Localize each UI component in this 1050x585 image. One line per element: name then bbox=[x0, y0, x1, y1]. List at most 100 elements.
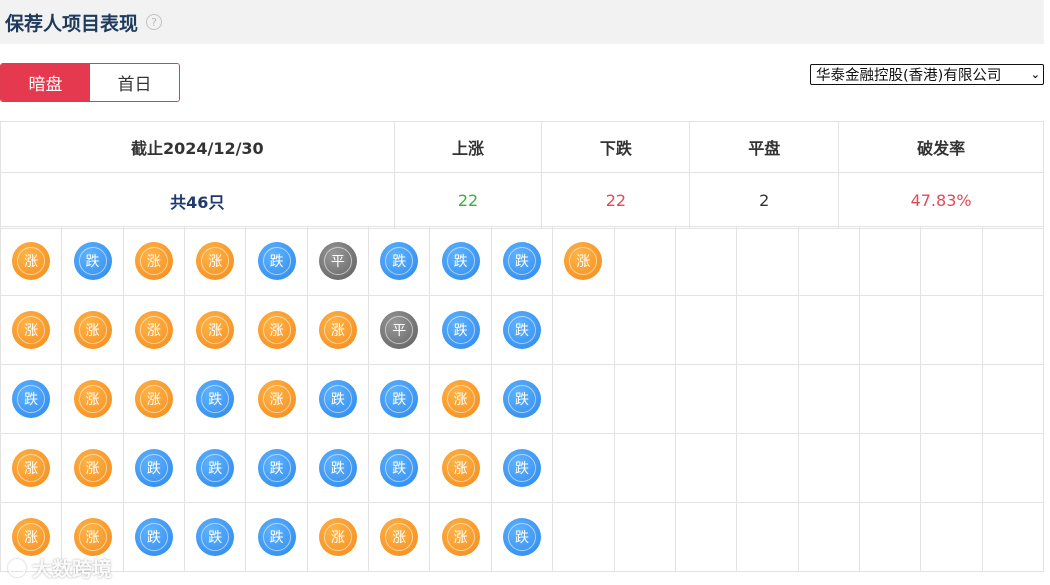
up-badge[interactable]: 涨 bbox=[257, 380, 296, 418]
up-badge[interactable]: 涨 bbox=[12, 242, 51, 280]
grid-cell: 涨 bbox=[123, 365, 186, 434]
down-badge[interactable]: 跌 bbox=[318, 449, 357, 487]
down-badge[interactable]: 跌 bbox=[441, 311, 480, 349]
watermark: 大数跨境 bbox=[8, 553, 112, 582]
grid-cell: 跌 bbox=[62, 227, 124, 296]
grid-cell bbox=[859, 365, 922, 434]
down-badge[interactable]: 跌 bbox=[73, 242, 112, 280]
up-badge[interactable]: 涨 bbox=[73, 380, 112, 418]
badge-label: 跌 bbox=[208, 461, 223, 477]
grid-cell: 跌 bbox=[430, 296, 492, 365]
summary-values-row: 共46只 22 22 2 47.83% bbox=[0, 172, 1044, 229]
grid-cell bbox=[798, 227, 860, 296]
flat-badge[interactable]: 平 bbox=[380, 311, 419, 349]
badge-label: 涨 bbox=[269, 392, 284, 408]
down-badge[interactable]: 跌 bbox=[502, 449, 541, 487]
up-badge[interactable]: 涨 bbox=[134, 242, 173, 280]
up-badge[interactable]: 涨 bbox=[12, 449, 51, 487]
grid-cell bbox=[553, 296, 615, 365]
down-badge[interactable]: 跌 bbox=[196, 518, 235, 556]
down-badge[interactable]: 跌 bbox=[318, 380, 357, 418]
up-badge[interactable]: 涨 bbox=[441, 380, 480, 418]
grid-cell: 涨 bbox=[307, 296, 370, 365]
badge-label: 跌 bbox=[392, 392, 407, 408]
down-badge[interactable]: 跌 bbox=[380, 449, 419, 487]
up-badge[interactable]: 涨 bbox=[12, 518, 51, 556]
watermark-logo-icon bbox=[8, 558, 26, 577]
badge-label: 跌 bbox=[146, 461, 161, 477]
up-badge[interactable]: 涨 bbox=[196, 311, 235, 349]
down-badge[interactable]: 跌 bbox=[502, 518, 541, 556]
grid-cell: 涨 bbox=[185, 296, 247, 365]
sponsor-select[interactable]: 华泰金融控股(香港)有限公司 ⌄ bbox=[810, 64, 1044, 85]
header-as-of-date: 截止2024/12/30 bbox=[0, 121, 395, 173]
badge-label: 涨 bbox=[24, 254, 39, 270]
down-badge[interactable]: 跌 bbox=[257, 242, 296, 280]
grid-cell: 跌 bbox=[491, 503, 554, 572]
grid-cell: 跌 bbox=[246, 227, 308, 296]
up-badge[interactable]: 涨 bbox=[441, 518, 480, 556]
down-badge[interactable]: 跌 bbox=[257, 518, 296, 556]
grid-cell: 跌 bbox=[185, 434, 247, 503]
up-badge[interactable]: 涨 bbox=[441, 449, 480, 487]
grid-cell bbox=[614, 365, 676, 434]
down-badge[interactable]: 跌 bbox=[380, 380, 419, 418]
up-badge[interactable]: 涨 bbox=[196, 242, 235, 280]
grid-cell: 涨 bbox=[430, 434, 492, 503]
down-badge[interactable]: 跌 bbox=[502, 380, 541, 418]
tab-grey-market[interactable]: 暗盘 bbox=[1, 64, 90, 101]
badge-label: 跌 bbox=[330, 461, 345, 477]
up-badge[interactable]: 涨 bbox=[73, 518, 112, 556]
grid-cell bbox=[982, 365, 1044, 434]
grid-cell bbox=[798, 365, 860, 434]
flat-badge[interactable]: 平 bbox=[318, 242, 357, 280]
grid-cell: 跌 bbox=[369, 227, 431, 296]
down-badge[interactable]: 跌 bbox=[196, 380, 235, 418]
grid-cell: 跌 bbox=[1, 365, 63, 434]
down-badge[interactable]: 跌 bbox=[12, 380, 51, 418]
badge-label: 涨 bbox=[24, 461, 39, 477]
badge-label: 涨 bbox=[392, 530, 407, 546]
badge-label: 跌 bbox=[514, 461, 529, 477]
down-badge[interactable]: 跌 bbox=[134, 518, 173, 556]
down-badge[interactable]: 跌 bbox=[380, 242, 419, 280]
grid-cell bbox=[798, 503, 860, 572]
badge-label: 平 bbox=[330, 254, 345, 270]
badge-label: 涨 bbox=[208, 254, 223, 270]
grid-cell bbox=[553, 503, 615, 572]
down-badge[interactable]: 跌 bbox=[502, 311, 541, 349]
up-badge[interactable]: 涨 bbox=[318, 518, 357, 556]
grid-cell bbox=[737, 503, 799, 572]
up-badge[interactable]: 涨 bbox=[134, 311, 173, 349]
result-grid: 涨跌涨涨跌平跌跌跌涨涨涨涨涨涨涨平跌跌跌涨涨跌涨跌跌涨跌涨涨跌跌跌跌跌涨跌涨涨跌… bbox=[0, 226, 1044, 572]
up-badge[interactable]: 涨 bbox=[134, 380, 173, 418]
up-badge[interactable]: 涨 bbox=[257, 311, 296, 349]
grid-cell bbox=[614, 434, 676, 503]
tab-first-day[interactable]: 首日 bbox=[90, 64, 179, 101]
grid-cell bbox=[737, 434, 799, 503]
down-badge[interactable]: 跌 bbox=[196, 449, 235, 487]
question-circle-icon[interactable]: ? bbox=[146, 14, 163, 30]
up-badge[interactable]: 涨 bbox=[380, 518, 419, 556]
header-flat: 平盘 bbox=[689, 121, 840, 173]
up-badge[interactable]: 涨 bbox=[73, 449, 112, 487]
header-down: 下跌 bbox=[541, 121, 691, 173]
up-badge[interactable]: 涨 bbox=[73, 311, 112, 349]
grid-cell: 跌 bbox=[491, 434, 554, 503]
down-badge[interactable]: 跌 bbox=[134, 449, 173, 487]
up-badge[interactable]: 涨 bbox=[564, 242, 603, 280]
grid-cell bbox=[614, 503, 676, 572]
header-up: 上涨 bbox=[393, 121, 543, 173]
down-count: 22 bbox=[541, 172, 691, 229]
up-badge[interactable]: 涨 bbox=[318, 311, 357, 349]
grid-cell bbox=[859, 434, 922, 503]
grid-cell: 涨 bbox=[62, 365, 124, 434]
up-badge[interactable]: 涨 bbox=[12, 311, 51, 349]
grid-cell: 跌 bbox=[246, 503, 308, 572]
down-badge[interactable]: 跌 bbox=[257, 449, 296, 487]
badge-label: 跌 bbox=[269, 254, 284, 270]
tab-group: 暗盘 首日 bbox=[0, 63, 180, 102]
grid-cell: 涨 bbox=[246, 365, 308, 434]
down-badge[interactable]: 跌 bbox=[441, 242, 480, 280]
down-badge[interactable]: 跌 bbox=[502, 242, 541, 280]
